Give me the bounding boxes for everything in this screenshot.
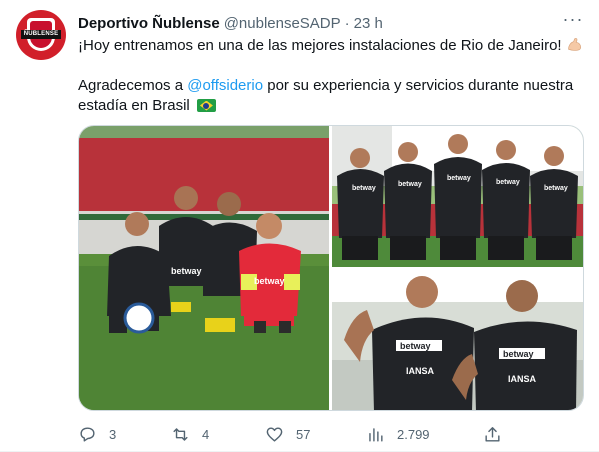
share-icon — [485, 426, 500, 442]
reply-count: 3 — [109, 426, 117, 442]
svg-text:betway: betway — [496, 179, 520, 186]
views-button[interactable]: 2.799 — [366, 423, 430, 445]
share-button[interactable] — [483, 423, 502, 445]
svg-text:betway: betway — [447, 175, 471, 182]
photo-2[interactable]: betway betway betway betway betway — [332, 126, 583, 267]
photo-3[interactable]: betway betway IANSA IANSA — [332, 270, 583, 410]
avatar-logo-text: ÑUBLENSE — [21, 30, 61, 39]
tweet-text: ¡Hoy entrenamos en una de las mejores in… — [78, 36, 583, 116]
svg-text:betway: betway — [352, 185, 376, 192]
retweet-count: 4 — [202, 426, 210, 442]
separator-dot: · — [344, 14, 350, 32]
svg-text:betway: betway — [503, 349, 534, 359]
svg-text:betway: betway — [544, 185, 568, 192]
media-grid: betway betway betway betway betway betwa… — [78, 125, 584, 411]
tweet[interactable]: ÑUBLENSE Deportivo Ñublense @nublenseSAD… — [0, 0, 599, 452]
author-avatar[interactable]: ÑUBLENSE — [16, 10, 66, 60]
svg-text:betway: betway — [400, 341, 431, 351]
photo-1[interactable]: betway betway — [79, 126, 329, 410]
jersey-sponsor-text: betway — [171, 266, 202, 276]
mention-link[interactable]: @offsiderio — [187, 77, 263, 94]
views-count: 2.799 — [397, 426, 430, 442]
like-count: 57 — [296, 426, 311, 442]
tweet-line-2: Agradecemos a @offsiderio por su experie… — [78, 77, 574, 114]
flexed-biceps-icon — [567, 38, 581, 51]
svg-text:betway: betway — [254, 276, 285, 286]
timestamp[interactable]: 23 h — [354, 15, 383, 32]
heart-icon — [266, 426, 283, 442]
tweet-line-1: ¡Hoy entrenamos en una de las mejores in… — [78, 36, 583, 56]
reply-button[interactable]: 3 — [78, 423, 116, 445]
more-options-icon[interactable]: ··· — [562, 10, 584, 32]
retweet-icon — [173, 427, 188, 441]
jersey-sponsor2-text: IANSA — [406, 366, 435, 376]
views-icon — [369, 427, 383, 442]
tweet-header: Deportivo Ñublense @nublenseSADP · 23 h — [78, 13, 383, 33]
svg-text:betway: betway — [398, 181, 422, 188]
retweet-button[interactable]: 4 — [171, 423, 209, 445]
reply-icon — [80, 426, 95, 442]
brazil-flag-icon — [196, 99, 216, 112]
svg-text:IANSA: IANSA — [508, 374, 537, 384]
tweet-actions: 3 4 57 2.799 — [78, 423, 508, 445]
author-name[interactable]: Deportivo Ñublense — [78, 15, 220, 32]
like-button[interactable]: 57 — [265, 423, 310, 445]
author-handle[interactable]: @nublenseSADP — [224, 15, 341, 32]
